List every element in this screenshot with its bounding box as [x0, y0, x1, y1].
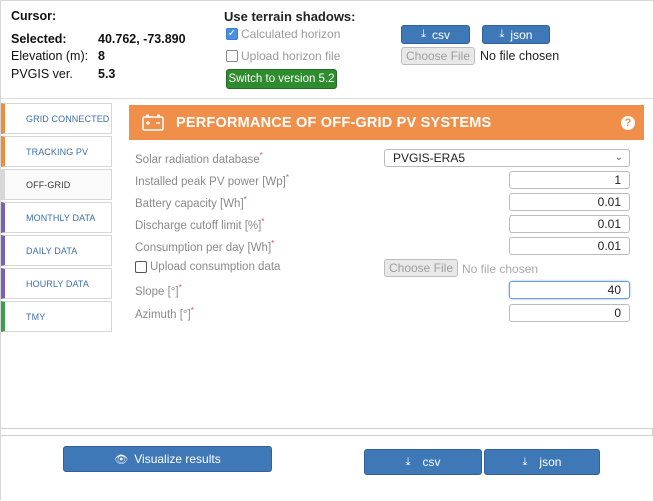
calculated-horizon-label: Calculated horizon [241, 27, 341, 41]
chevron-down-icon: ⌄ [614, 152, 623, 163]
elevation-value: 8 [98, 49, 105, 63]
download-icon: ⤓ [499, 28, 505, 40]
pvgis-version-value: 5.3 [98, 67, 116, 81]
radiation-db-label: Solar radiation database* [135, 151, 263, 166]
battery-capacity-label: Battery capacity [Wh]* [135, 195, 247, 210]
terrain-shadows-title: Use terrain shadows: [224, 9, 356, 24]
tab-hourly-data[interactable]: HOURLY DATA [1, 268, 112, 299]
peak-power-input[interactable]: 1 [509, 171, 630, 189]
bottom-bar: 👁 Visualize results ⤓ csv ⤓ json [1, 435, 653, 501]
consumption-no-file-text: No file chosen [462, 262, 539, 276]
upload-consumption-label: Upload consumption data [150, 261, 281, 273]
consumption-choose-file-button[interactable]: Choose File [384, 259, 458, 277]
battery-capacity-input[interactable]: 0.01 [509, 193, 630, 211]
side-tabs: GRID CONNECTED TRACKING PV OFF-GRID MONT… [1, 103, 112, 334]
top-no-file-text: No file chosen [480, 49, 560, 63]
upload-consumption-checkbox[interactable]: Upload consumption data [135, 261, 280, 273]
top-json-button[interactable]: ⤓ json [482, 25, 550, 44]
top-json-label: json [510, 27, 533, 42]
discharge-cutoff-input[interactable]: 0.01 [509, 215, 630, 233]
app-frame: Cursor: Selected: 40.762, -73.890 Elevat… [0, 0, 653, 501]
top-csv-button[interactable]: ⤓ csv [401, 25, 470, 44]
selected-value: 40.762, -73.890 [98, 32, 186, 46]
consumption-label: Consumption per day [Wh]* [135, 239, 275, 254]
download-icon: ⤓ [421, 28, 426, 40]
switch-version-button[interactable]: Switch to version 5.2 [226, 69, 337, 89]
azimuth-input[interactable]: 0 [509, 304, 630, 322]
radiation-db-select[interactable]: PVGIS-ERA5 ⌄ [384, 149, 630, 167]
tab-tracking-pv[interactable]: TRACKING PV [1, 136, 112, 167]
tab-grid-connected[interactable]: GRID CONNECTED [1, 103, 112, 134]
visualize-results-button[interactable]: 👁 Visualize results [63, 446, 272, 472]
bottom-json-label: json [539, 455, 562, 469]
download-icon: ⤓ [522, 455, 528, 468]
checkbox-box [226, 50, 238, 62]
battery-icon [142, 114, 164, 131]
consumption-input[interactable]: 0.01 [509, 237, 630, 255]
download-icon: ⤓ [405, 455, 411, 468]
eye-icon: 👁 [114, 453, 129, 466]
help-icon[interactable]: ? [621, 116, 635, 130]
upload-horizon-checkbox[interactable]: Upload horizon file [226, 49, 340, 63]
checkbox-box [135, 261, 147, 273]
top-choose-file-button[interactable]: Choose File [401, 47, 475, 65]
bottom-csv-label: csv [422, 455, 441, 469]
selected-label: Selected: [11, 32, 67, 46]
tab-tmy[interactable]: TMY [1, 301, 112, 332]
upload-horizon-label: Upload horizon file [241, 49, 341, 63]
elevation-label: Elevation (m): [11, 49, 89, 63]
azimuth-label: Azimuth [°]* [135, 306, 194, 321]
checkmark-icon: ✓ [226, 28, 238, 40]
bottom-csv-button[interactable]: ⤓ csv [364, 449, 482, 475]
bottom-json-button[interactable]: ⤓ json [484, 449, 600, 475]
panel-header: PERFORMANCE OF OFF-GRID PV SYSTEMS ? [129, 105, 644, 140]
tab-daily-data[interactable]: DAILY DATA [1, 235, 112, 266]
info-panel: Cursor: Selected: 40.762, -73.890 Elevat… [1, 1, 653, 99]
discharge-cutoff-label: Discharge cutoff limit [%]* [135, 217, 265, 232]
top-csv-label: csv [431, 27, 450, 42]
calculated-horizon-checkbox[interactable]: ✓ Calculated horizon [226, 27, 340, 41]
slope-label: Slope [°]* [135, 283, 182, 298]
slope-input[interactable]: 40 [509, 281, 630, 299]
panel-title: PERFORMANCE OF OFF-GRID PV SYSTEMS [176, 114, 492, 131]
tab-off-grid[interactable]: OFF-GRID [1, 169, 112, 200]
peak-power-label: Installed peak PV power [Wp]* [135, 173, 289, 188]
cursor-label: Cursor: [11, 9, 57, 23]
pvgis-version-label: PVGIS ver. [11, 67, 73, 81]
visualize-results-label: Visualize results [134, 452, 221, 466]
tab-monthly-data[interactable]: MONTHLY DATA [1, 202, 112, 233]
radiation-db-value: PVGIS-ERA5 [393, 151, 466, 165]
